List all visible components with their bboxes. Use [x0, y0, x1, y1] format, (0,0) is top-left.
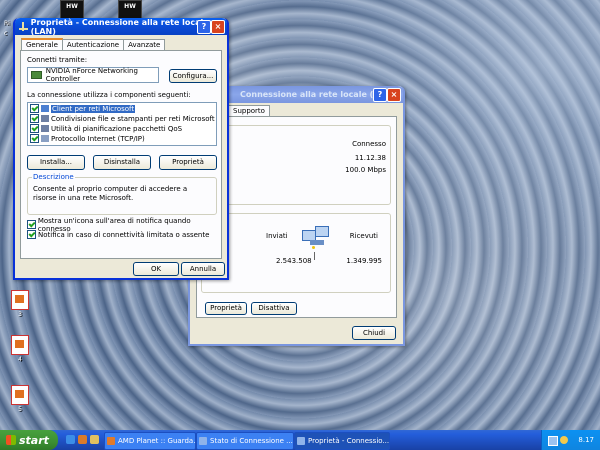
network-icon	[19, 22, 28, 31]
taskbar-button-label: Proprietà - Connessio...	[308, 437, 390, 445]
media-icon[interactable]	[78, 435, 87, 444]
general-panel: Connetti tramite: NVIDIA nForce Networki…	[20, 50, 222, 259]
desktop-icon-file[interactable]: 3	[8, 290, 32, 318]
ie-icon[interactable]	[66, 435, 75, 444]
file-icon	[11, 335, 29, 355]
taskbar-button-label: AMD Planet :: Guarda...	[118, 437, 196, 445]
taskbar: start AMD Planet :: Guarda... Stato di C…	[0, 430, 600, 450]
configure-button[interactable]: Configura...	[169, 69, 217, 83]
desktop-icon-label: 5	[18, 406, 22, 413]
windows-logo-icon	[6, 435, 16, 445]
show-icon-option[interactable]: Mostra un'icona sull'area di notifica qu…	[27, 217, 221, 233]
activity-group: Inviati Ricevuti etti 2.543.508 1.349.99…	[200, 213, 391, 293]
sent-value: 2.543.508	[276, 257, 312, 265]
file-icon	[11, 385, 29, 405]
tab-support[interactable]: Supporto	[228, 105, 270, 116]
clock: 8.17	[578, 436, 594, 444]
description-group: Descrizione Consente al proprio computer…	[27, 173, 217, 215]
component-label: Client per reti Microsoft	[51, 104, 136, 113]
component-checkbox[interactable]	[30, 124, 39, 133]
component-checkbox[interactable]	[30, 114, 39, 123]
component-item-qos[interactable]: Utilità di pianificazione pacchetti QoS	[30, 124, 182, 133]
description-text: Consente al proprio computer di accedere…	[33, 185, 188, 202]
help-button[interactable]: ?	[197, 20, 211, 34]
network-activity-icon	[302, 226, 329, 250]
received-label: Ricevuti	[349, 232, 378, 240]
notify-checkbox[interactable]	[27, 230, 36, 239]
client-icon	[41, 105, 49, 112]
network-tray-icon[interactable]	[548, 436, 558, 446]
component-label: Protocollo Internet (TCP/IP)	[51, 134, 145, 143]
components-label: La connessione utilizza i componenti seg…	[27, 91, 191, 99]
sent-label: Inviati	[266, 232, 288, 240]
properties-dialog-titlebar[interactable]: Proprietà - Connessione alla rete locale…	[15, 18, 227, 36]
notify-label: Notifica in caso di connettività limitat…	[38, 230, 210, 239]
taskbar-button-properties[interactable]: Proprietà - Connessio...	[294, 432, 390, 450]
protocol-icon	[41, 135, 49, 142]
uninstall-button[interactable]: Disinstalla	[93, 155, 151, 170]
taskbar-button-status[interactable]: Stato di Connessione ...	[196, 432, 294, 450]
connection-group: sione Connesso 11.12.38 100.0 Mbps	[198, 121, 391, 205]
component-label: Utilità di pianificazione pacchetti QoS	[51, 124, 183, 133]
file-icon	[11, 290, 29, 310]
start-label: start	[19, 433, 49, 447]
desktop-label-fragment-2: c	[4, 30, 8, 37]
cancel-button[interactable]: Annulla	[181, 262, 225, 276]
component-item-tcpip[interactable]: Protocollo Internet (TCP/IP)	[30, 134, 145, 143]
service-icon	[41, 115, 49, 122]
network-icon	[297, 437, 305, 445]
speed-value: 100.0 Mbps	[345, 166, 386, 174]
show-icon-checkbox[interactable]	[27, 220, 36, 229]
connect-using-label: Connetti tramite:	[27, 56, 88, 64]
status-value: Connesso	[352, 140, 386, 148]
status-dialog-title: Connessione alla rete locale (LAN)	[240, 90, 395, 99]
help-button[interactable]: ?	[373, 88, 387, 102]
status-properties-button[interactable]: Proprietà	[205, 302, 247, 315]
desktop-icon-label: 4	[18, 356, 22, 363]
component-item-file-sharing[interactable]: Condivisione file e stampanti per reti M…	[30, 114, 215, 123]
received-value: 1.349.995	[346, 257, 382, 265]
description-title: Descrizione	[32, 173, 75, 181]
disable-button[interactable]: Disattiva	[251, 302, 297, 315]
folder-icon[interactable]	[90, 435, 99, 444]
speaker-icon[interactable]	[560, 436, 568, 444]
desktop-label-fragment: Ri	[4, 20, 10, 27]
properties-dialog: Proprietà - Connessione alla rete locale…	[13, 18, 229, 280]
system-tray: 8.17	[541, 430, 600, 450]
component-label: Condivisione file e stampanti per reti M…	[51, 114, 215, 123]
close-icon[interactable]: ×	[387, 88, 401, 102]
component-checkbox[interactable]	[30, 104, 39, 113]
desktop-icon-file[interactable]: 4	[8, 335, 32, 363]
activity-divider	[314, 252, 315, 260]
browser-icon	[107, 437, 115, 445]
adapter-field: NVIDIA nForce Networking Controller	[27, 67, 159, 83]
start-button[interactable]: start	[0, 430, 58, 450]
desktop-icon-file[interactable]: 5	[8, 385, 32, 413]
desktop-icon-label: 3	[18, 311, 22, 318]
notify-option[interactable]: Notifica in caso di connettività limitat…	[27, 230, 209, 239]
close-button[interactable]: Chiudi	[352, 326, 396, 340]
components-list[interactable]: Client per reti Microsoft Condivisione f…	[27, 102, 217, 146]
component-item-client[interactable]: Client per reti Microsoft	[30, 104, 136, 113]
service-icon	[41, 125, 49, 132]
close-icon[interactable]: ×	[211, 20, 225, 34]
properties-button[interactable]: Proprietà	[159, 155, 217, 170]
ok-button[interactable]: OK	[133, 262, 179, 276]
adapter-name: NVIDIA nForce Networking Controller	[45, 67, 138, 83]
network-icon	[199, 437, 207, 445]
install-button[interactable]: Installa...	[27, 155, 85, 170]
component-checkbox[interactable]	[30, 134, 39, 143]
network-adapter-icon	[31, 71, 42, 79]
taskbar-button-label: Stato di Connessione ...	[210, 437, 293, 445]
taskbar-button-browser[interactable]: AMD Planet :: Guarda...	[104, 432, 196, 450]
duration-value: 11.12.38	[354, 154, 386, 162]
